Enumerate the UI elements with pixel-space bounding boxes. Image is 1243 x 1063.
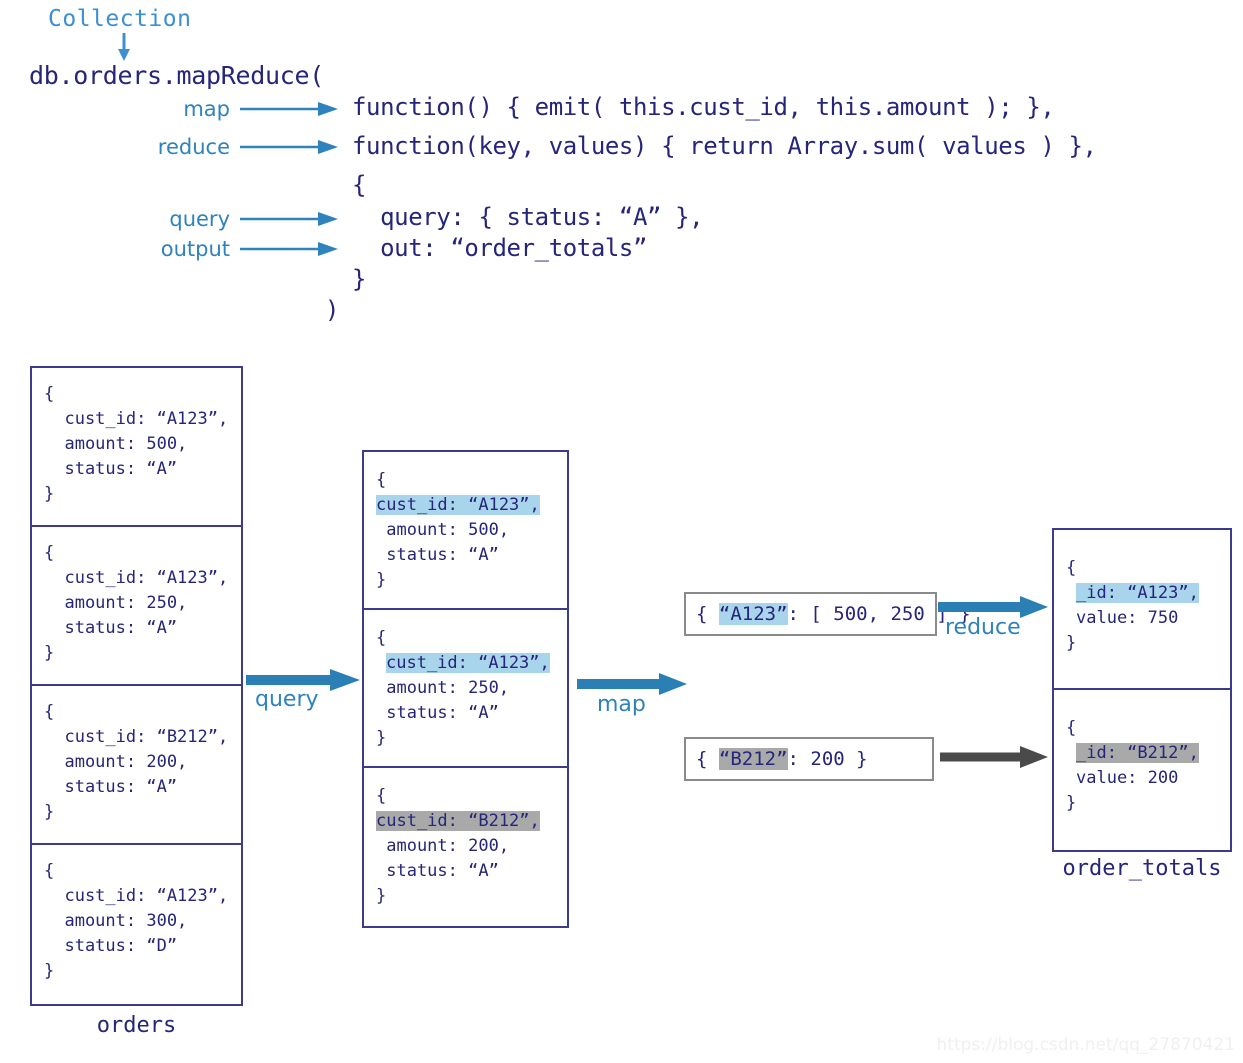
doc-close-brace: } (1066, 793, 1077, 813)
queried-document: { cust_id: “A123”, amount: 250, status: … (364, 610, 567, 768)
intermediate-kv-box-b212: { “B212”: 200 } (684, 737, 934, 781)
orders-collection-box: { cust_id: “A123”, amount: 500, status: … (30, 366, 243, 1006)
param-label-reduce: reduce (157, 135, 230, 159)
key-highlight: _id: “B212”, (1076, 743, 1199, 763)
doc-close-brace: } (44, 961, 55, 981)
order-totals-box: { _id: “A123”, value: 750 } { _id: “B212… (1052, 528, 1232, 852)
doc-field-cust-id: cust_id: “A123”, (44, 409, 229, 429)
key-highlight: _id: “A123”, (1076, 583, 1199, 603)
kv-prefix: { (696, 603, 719, 625)
orders-document: { cust_id: “A123”, amount: 250, status: … (32, 527, 241, 686)
doc-open-brace: { (44, 384, 55, 404)
code-line-options-close: } (352, 265, 367, 293)
kv-prefix: { (696, 748, 719, 770)
mapreduce-call-block: Collection db.orders.mapReduce( map redu… (0, 0, 1243, 345)
doc-field-status: status: “A” (44, 618, 178, 638)
passthrough-flow-arrow (940, 746, 1048, 768)
code-line-query-option: query: { status: “A” }, (352, 203, 704, 231)
orders-document: { cust_id: “B212”, amount: 200, status: … (32, 686, 241, 845)
source-watermark: https://blog.csdn.net/qq_27870421 (936, 1035, 1235, 1055)
reduce-flow-label: reduce (945, 615, 1021, 640)
doc-field-cust-id-highlighted: cust_id: “A123”, (376, 651, 567, 676)
param-label-query: query (169, 207, 230, 231)
doc-open-brace: { (1066, 558, 1077, 578)
doc-field-amount: amount: 500, (376, 520, 510, 540)
doc-field-cust-id: cust_id: “A123”, (44, 568, 229, 588)
collection-annotation-label: Collection (48, 6, 192, 32)
orders-document: { cust_id: “A123”, amount: 500, status: … (32, 368, 241, 527)
doc-open-brace: { (376, 627, 387, 648)
kv-text-a123: { “A123”: [ 500, 250 ] } (696, 603, 971, 625)
doc-close-brace: } (44, 484, 55, 504)
doc-open-brace: { (376, 470, 387, 490)
code-line-out-option: out: “order_totals” (352, 234, 648, 262)
doc-field-id-highlighted: _id: “A123”, (1066, 581, 1230, 606)
doc-open-brace: { (44, 861, 55, 881)
doc-field-status: status: “A” (44, 777, 178, 797)
output-box-caption: order_totals (1062, 856, 1222, 881)
doc-field-status: status: “A” (376, 702, 499, 723)
doc-close-brace: } (376, 885, 387, 906)
orders-box-caption: orders (96, 1013, 177, 1038)
doc-field-amount: amount: 200, (376, 835, 510, 856)
kv-text-b212: { “B212”: 200 } (696, 748, 868, 770)
param-arrow-output (240, 242, 338, 256)
doc-field-amount: amount: 250, (376, 677, 510, 698)
doc-field-status: status: “D” (44, 936, 178, 956)
doc-field-status: status: “A” (376, 860, 499, 881)
param-arrow-query (240, 212, 338, 226)
doc-field-value: value: 200 (1076, 768, 1179, 788)
queried-document: { cust_id: “A123”, amount: 500, status: … (364, 452, 567, 610)
param-arrow-reduce (240, 140, 338, 154)
doc-open-brace: { (376, 785, 387, 806)
intermediate-kv-box-a123: { “A123”: [ 500, 250 ] } (684, 592, 971, 636)
kv-key-highlight: “A123” (718, 603, 788, 625)
doc-open-brace: { (44, 543, 55, 563)
doc-close-brace: } (376, 727, 387, 748)
key-highlight: cust_id: “A123”, (386, 652, 550, 673)
key-highlight: cust_id: “B212”, (376, 810, 540, 831)
doc-close-brace: } (44, 802, 55, 822)
map-flow-label: map (597, 692, 646, 717)
doc-field-amount: amount: 200, (44, 752, 188, 772)
doc-field-cust-id-highlighted: cust_id: “B212”, (376, 809, 567, 834)
mapreduce-call-line: db.orders.mapReduce( (29, 61, 325, 90)
orders-document: { cust_id: “A123”, amount: 300, status: … (32, 845, 241, 1004)
doc-close-brace: } (44, 643, 55, 663)
queried-document: { cust_id: “B212”, amount: 200, status: … (364, 768, 567, 926)
doc-open-brace: { (1066, 718, 1077, 738)
kv-key-highlight: “B212” (718, 748, 788, 770)
code-line-map-function: function() { emit( this.cust_id, this.am… (352, 93, 1055, 121)
query-flow-label: query (255, 687, 319, 712)
doc-field-value: value: 750 (1076, 608, 1179, 628)
doc-field-id-highlighted: _id: “B212”, (1066, 741, 1230, 766)
code-line-call-close: ) (325, 296, 340, 324)
doc-field-cust-id-highlighted: cust_id: “A123”, (376, 493, 567, 518)
output-document: { _id: “A123”, value: 750 } (1054, 530, 1230, 690)
doc-field-amount: amount: 500, (44, 434, 188, 454)
kv-rest: : 200 } (787, 748, 868, 770)
doc-close-brace: } (376, 570, 387, 590)
key-highlight: cust_id: “A123”, (376, 495, 540, 515)
doc-field-cust-id: cust_id: “B212”, (44, 727, 229, 747)
doc-field-amount: amount: 300, (44, 911, 188, 931)
doc-field-cust-id: cust_id: “A123”, (44, 886, 229, 906)
code-line-options-open: { (352, 171, 367, 199)
doc-close-brace: } (1066, 633, 1077, 653)
code-line-reduce-function: function(key, values) { return Array.sum… (352, 132, 1097, 160)
collection-pointer-arrow (118, 33, 130, 61)
output-document: { _id: “B212”, value: 200 } (1054, 690, 1230, 850)
doc-open-brace: { (44, 702, 55, 722)
param-arrow-map (240, 102, 338, 116)
doc-field-status: status: “A” (44, 459, 178, 479)
doc-field-status: status: “A” (376, 545, 499, 565)
queried-documents-box: { cust_id: “A123”, amount: 500, status: … (362, 450, 569, 928)
param-label-map: map (183, 97, 230, 121)
param-label-output: output (160, 237, 230, 261)
doc-field-amount: amount: 250, (44, 593, 188, 613)
